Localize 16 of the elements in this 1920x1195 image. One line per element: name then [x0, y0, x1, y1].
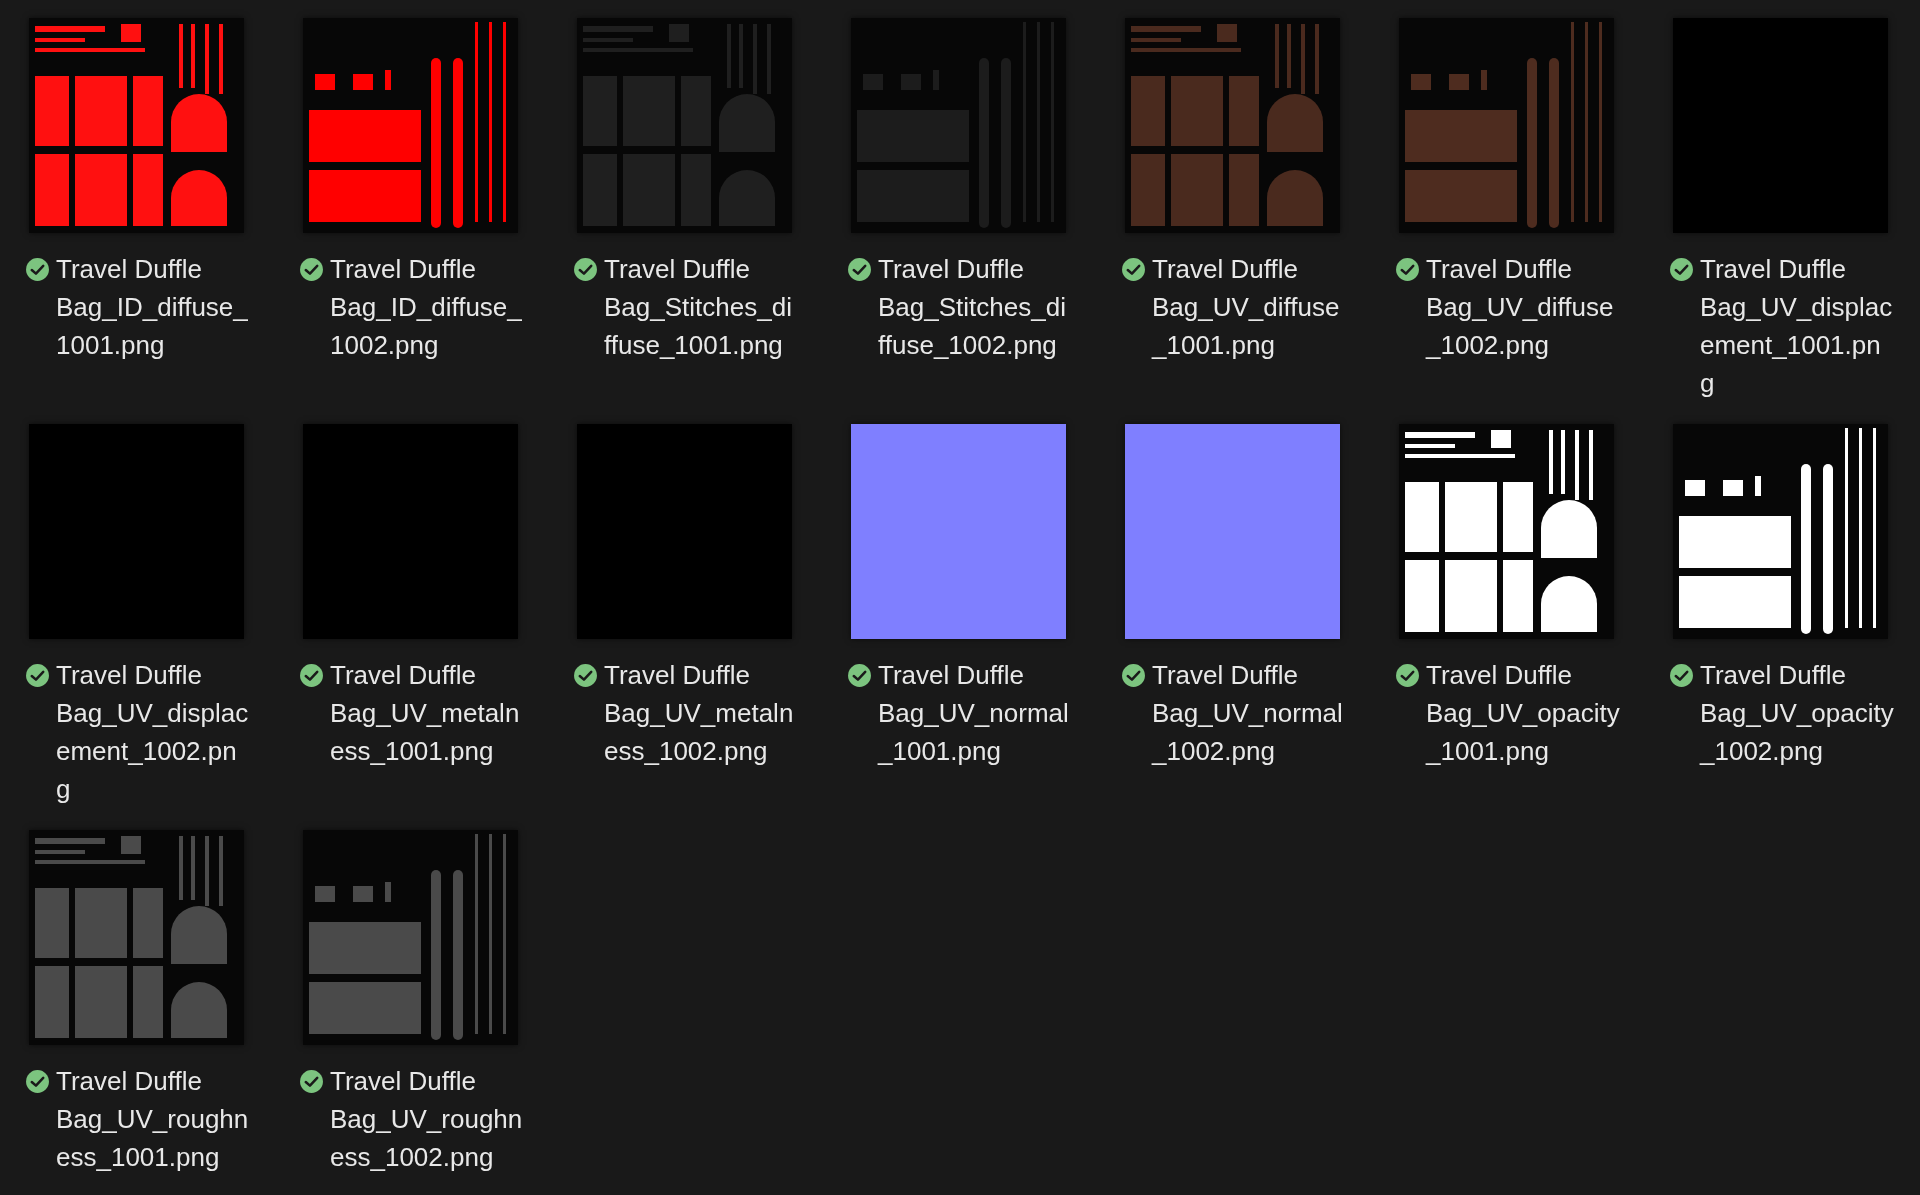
file-name[interactable]: Travel Duffle Bag_UV_metaln ess_1002.png	[604, 656, 794, 770]
file-name[interactable]: Travel Duffle Bag_Stitches_di ffuse_1001.png	[604, 250, 792, 364]
file-name[interactable]: Travel Duffle Bag_UV_roughn ess_1001.png	[56, 1062, 249, 1176]
file-name[interactable]: Travel Duffle Bag_UV_normal _1002.png	[1152, 656, 1343, 770]
file-name[interactable]: Travel Duffle Bag_UV_displac ement_1001.pn g	[1700, 250, 1893, 402]
file-name[interactable]: Travel Duffle Bag_UV_metaln ess_1001.png	[330, 656, 520, 770]
file-name[interactable]: Travel Duffle Bag_UV_opacity _1002.png	[1700, 656, 1894, 770]
file-name[interactable]: Travel Duffle Bag_ID_diffuse_ 1002.png	[330, 250, 522, 364]
file-name[interactable]: Travel Duffle Bag_ID_diffuse_ 1001.png	[56, 250, 248, 364]
file-name[interactable]: Travel Duffle Bag_UV_opacity _1001.png	[1426, 656, 1620, 770]
file-name[interactable]: Travel Duffle Bag_UV_displac ement_1002.pn g	[56, 656, 249, 808]
file-name[interactable]: Travel Duffle Bag_Stitches_di ffuse_1002.png	[878, 250, 1066, 364]
file-name[interactable]: Travel Duffle Bag_UV_normal _1001.png	[878, 656, 1069, 770]
file-name[interactable]: Travel Duffle Bag_UV_diffuse _1002.png	[1426, 250, 1614, 364]
file-name[interactable]: Travel Duffle Bag_UV_roughn ess_1002.png	[330, 1062, 523, 1176]
file-name[interactable]: Travel Duffle Bag_UV_diffuse _1001.png	[1152, 250, 1340, 364]
